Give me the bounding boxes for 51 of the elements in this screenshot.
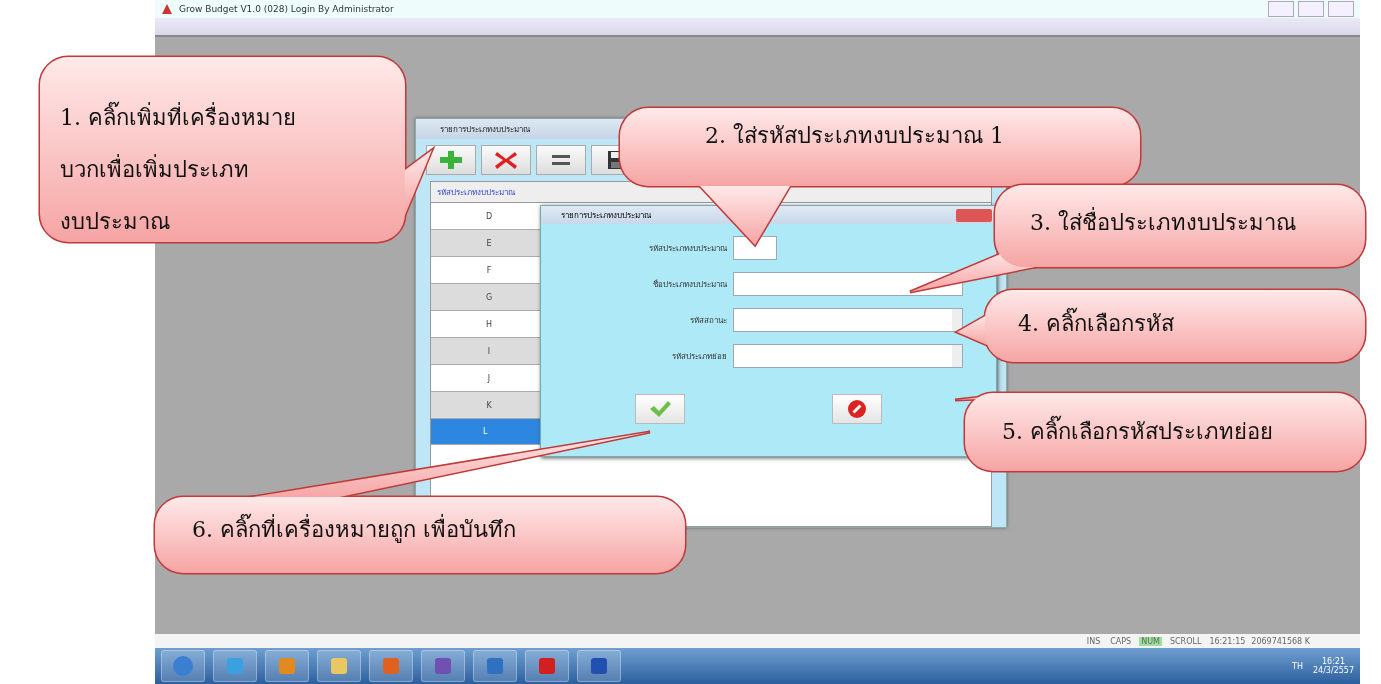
taskbar-app-button[interactable] [265, 650, 309, 682]
key-indicator: INS [1085, 636, 1102, 646]
app-icon [276, 655, 298, 677]
app-icon [328, 655, 350, 677]
app-icon [484, 655, 506, 677]
confirm-button[interactable] [634, 394, 685, 424]
close-button[interactable] [956, 208, 992, 222]
plus-icon [438, 149, 464, 171]
app-icon [536, 655, 558, 677]
status-memory: 2069741568 K [1251, 636, 1310, 646]
taskbar-app-button[interactable] [421, 650, 465, 682]
dropdown-field[interactable] [733, 344, 963, 368]
input-field[interactable] [733, 272, 963, 296]
status-time: 16:21:15 [1209, 636, 1246, 646]
taskbar-app-button[interactable] [525, 650, 569, 682]
app-icon [588, 655, 610, 677]
clock-date: 24/3/2557 [1312, 666, 1354, 675]
dialog-title: รายการประเภทงบประมาณ [561, 209, 651, 222]
key-indicator: CAPS [1109, 636, 1133, 646]
field-label: ชื่อประเภทงบประมาณ [652, 278, 727, 291]
start-orb-icon [172, 655, 194, 677]
start-button[interactable] [161, 650, 205, 682]
dropdown-field[interactable] [733, 308, 963, 332]
close-icon [493, 149, 519, 171]
callout-text: บวกเพื่อเพิ่มประเภท [60, 144, 296, 196]
callout-text: 2. ใส่รหัสประเภทงบประมาณ 1 [705, 122, 1004, 150]
toolbar-button[interactable] [536, 145, 586, 175]
language-indicator: TH [1292, 661, 1303, 671]
taskbar-app-button[interactable] [577, 650, 621, 682]
app-icon [224, 655, 246, 677]
callout-text: 1. คลิ๊กเพิ่มที่เครื่องหมาย [60, 92, 296, 144]
field-label: รหัสสถานะ [689, 314, 727, 327]
cancel-button[interactable] [832, 394, 883, 424]
close-button[interactable] [1328, 1, 1354, 17]
taskbar-app-button[interactable] [317, 650, 361, 682]
app-logo-icon [161, 3, 173, 15]
window-title: Grow Budget V1.0 (028) Login By Administrator [179, 4, 394, 14]
field-label: รหัสประเภทย่อย [671, 350, 727, 363]
field-label: รหัสประเภทงบประมาณ [648, 242, 727, 255]
key-indicator: NUM [1139, 636, 1162, 646]
clock-time: 16:21 [1321, 657, 1345, 666]
key-indicator: SCROLL [1168, 636, 1203, 646]
app-icon [432, 655, 454, 677]
maximize-button[interactable] [1298, 1, 1324, 17]
taskbar-app-button[interactable] [213, 650, 257, 682]
app-icon [380, 655, 402, 677]
callout-text: งบประมาณ [60, 208, 171, 236]
callout-text: 3. ใส่ชื่อประเภทงบประมาณ [1030, 209, 1296, 237]
taskbar-app-button[interactable] [369, 650, 413, 682]
taskbar-app-button[interactable] [473, 650, 517, 682]
minimize-button[interactable] [1268, 1, 1294, 17]
